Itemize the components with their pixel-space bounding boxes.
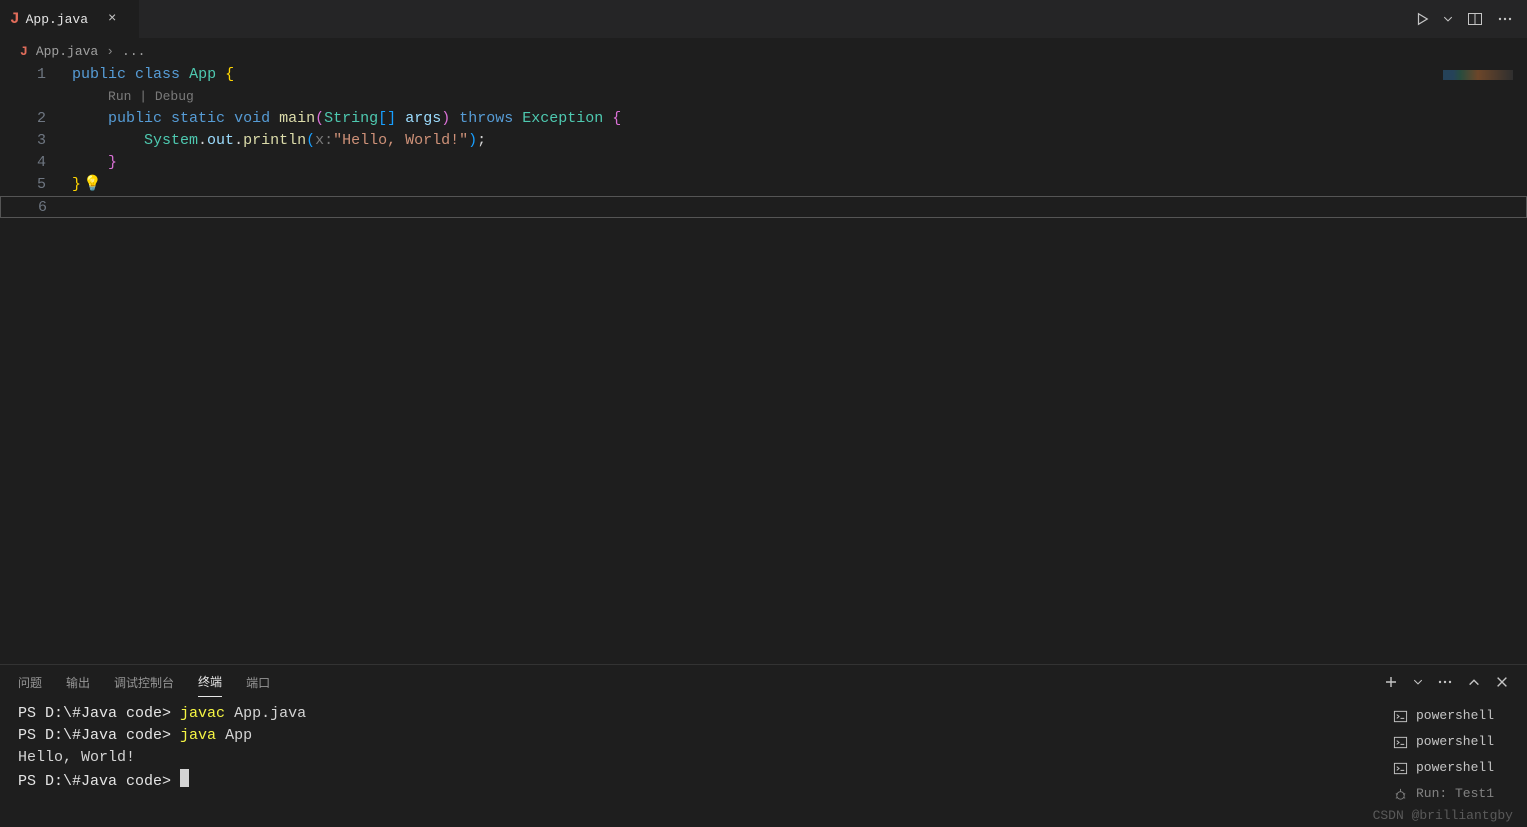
bug-icon: [1393, 787, 1408, 802]
tab-debug[interactable]: 调试控制台: [114, 668, 174, 697]
terminal-cursor: [180, 769, 189, 787]
line-number: 3: [0, 130, 72, 152]
code-content[interactable]: System.out.println(x:"Hello, World!");: [72, 130, 1527, 152]
java-file-icon: J: [10, 10, 20, 28]
code-editor[interactable]: 1 public class App { Run | Debug 2 publi…: [0, 64, 1527, 664]
terminal-icon: [1393, 735, 1408, 750]
line-number: 5: [0, 174, 72, 196]
close-tab-icon[interactable]: ×: [108, 11, 116, 27]
terminal-dropdown-icon[interactable]: [1413, 677, 1423, 687]
panel-more-icon[interactable]: [1437, 674, 1453, 690]
terminal-icon: [1393, 709, 1408, 724]
tab-problems[interactable]: 问题: [18, 668, 42, 697]
tab-ports[interactable]: 端口: [246, 668, 270, 697]
code-content[interactable]: }: [72, 152, 1527, 174]
tab-terminal[interactable]: 终端: [198, 667, 222, 697]
run-button[interactable]: [1415, 12, 1429, 26]
line-number: 6: [1, 197, 73, 217]
code-content[interactable]: public static void main(String[] args) t…: [72, 108, 1527, 130]
watermark: CSDN @brilliantgby: [1373, 808, 1513, 823]
tab-actions: [1415, 0, 1527, 38]
line-number: [0, 86, 72, 108]
code-content[interactable]: public class App {: [72, 64, 1527, 86]
breadcrumb[interactable]: J App.java › ...: [0, 38, 1527, 64]
panel-tabs: 问题 输出 调试控制台 终端 端口: [0, 665, 1527, 699]
tab-filename: App.java: [26, 12, 88, 27]
maximize-panel-icon[interactable]: [1467, 675, 1481, 689]
tab-output[interactable]: 输出: [66, 668, 90, 697]
editor-tab[interactable]: J App.java ×: [0, 0, 140, 38]
more-actions-icon[interactable]: [1497, 11, 1513, 27]
breadcrumb-trailing: ...: [122, 44, 145, 59]
terminal-icon: [1393, 761, 1408, 776]
terminal-instance[interactable]: powershell: [1387, 729, 1521, 755]
line-number: 1: [0, 64, 72, 86]
terminal-instance[interactable]: Run: Test1: [1387, 781, 1521, 807]
new-terminal-icon[interactable]: [1383, 674, 1399, 690]
code-content[interactable]: [73, 197, 1526, 217]
split-editor-icon[interactable]: [1467, 11, 1483, 27]
run-dropdown-icon[interactable]: [1443, 14, 1453, 24]
terminal-instance[interactable]: powershell: [1387, 755, 1521, 781]
terminal-instance[interactable]: powershell: [1387, 703, 1521, 729]
close-panel-icon[interactable]: [1495, 675, 1509, 689]
bottom-panel: 问题 输出 调试控制台 终端 端口 PS D:\#Java code> java…: [0, 664, 1527, 827]
breadcrumb-file: App.java: [36, 44, 98, 59]
line-number: 2: [0, 108, 72, 130]
panel-actions: [1383, 674, 1527, 690]
codelens[interactable]: Run | Debug: [72, 86, 1527, 108]
code-lines: 1 public class App { Run | Debug 2 publi…: [0, 64, 1527, 218]
chevron-right-icon: ›: [106, 44, 114, 59]
terminal-output[interactable]: PS D:\#Java code> javac App.java PS D:\#…: [0, 699, 1387, 827]
panel-body: PS D:\#Java code> javac App.java PS D:\#…: [0, 699, 1527, 827]
code-content[interactable]: }💡: [72, 174, 1527, 196]
tab-bar: J App.java ×: [0, 0, 1527, 38]
line-number: 4: [0, 152, 72, 174]
java-file-icon: J: [20, 44, 28, 59]
lightbulb-icon[interactable]: 💡: [83, 176, 102, 193]
